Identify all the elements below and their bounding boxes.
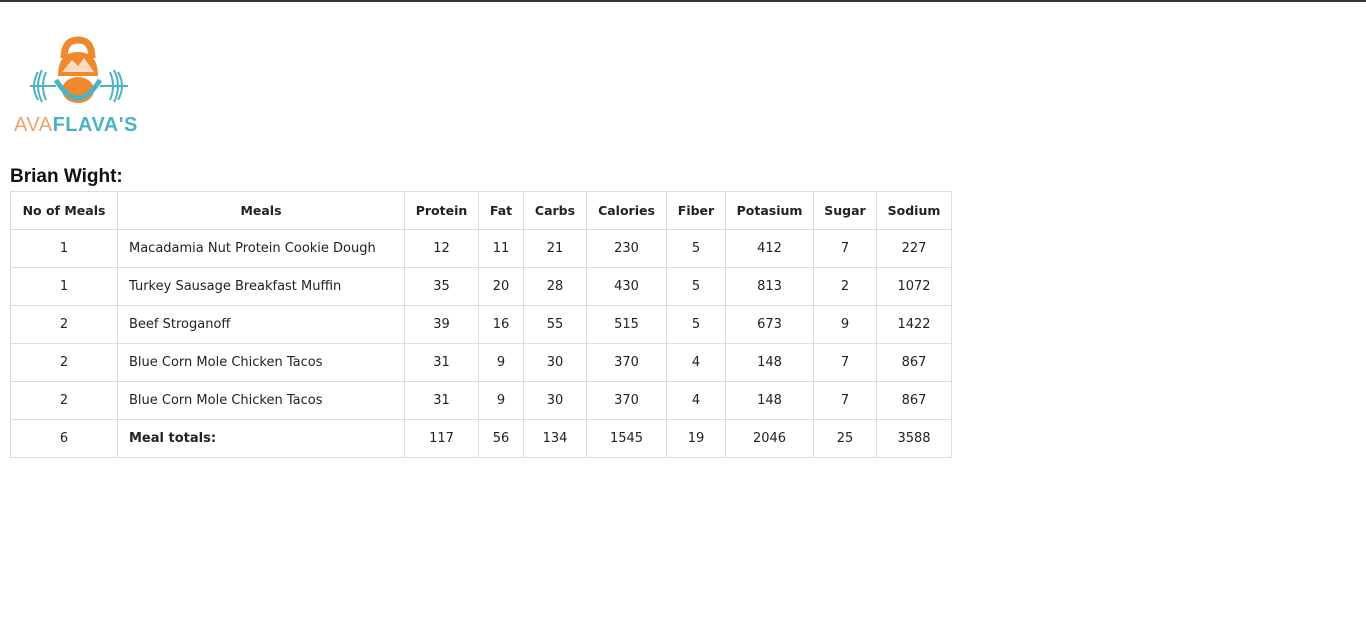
logo-wordmark: AVAFLAVA'S <box>14 114 138 137</box>
cell-fiber: 5 <box>666 229 726 268</box>
cell-fiber: 4 <box>666 381 726 420</box>
header-protein: Protein <box>404 191 479 230</box>
header-no-of-meals: No of Meals <box>10 191 118 230</box>
table-header-row: No of Meals Meals Protein Fat Carbs Calo… <box>10 191 952 230</box>
header-carbs: Carbs <box>523 191 587 230</box>
header-fat: Fat <box>478 191 524 230</box>
header-calories: Calories <box>586 191 667 230</box>
cell-protein: 35 <box>404 267 479 306</box>
cell-sugar: 9 <box>813 305 877 344</box>
logo-text-flavas: FLAVA'S <box>52 114 138 136</box>
cell-fat: 9 <box>478 343 524 382</box>
cell-carbs: 28 <box>523 267 587 306</box>
cell-protein: 39 <box>404 305 479 344</box>
cell-protein: 31 <box>404 381 479 420</box>
cell-calories: 370 <box>586 343 667 382</box>
cell-sodium: 867 <box>876 381 952 420</box>
table-row: 1 Macadamia Nut Protein Cookie Dough 12 11 2… <box>10 229 952 268</box>
top-border <box>0 0 1366 2</box>
cell-sugar: 25 <box>813 419 877 458</box>
table-row: 2 Beef Stroganoff 39 16 55 515 5 673 9 1422 <box>10 305 952 344</box>
header-meals: Meals <box>117 191 405 230</box>
cell-calories: 1545 <box>586 419 667 458</box>
cell-carbs: 30 <box>523 343 587 382</box>
cell-sugar: 2 <box>813 267 877 306</box>
cell-potasium: 412 <box>725 229 814 268</box>
cell-protein: 117 <box>404 419 479 458</box>
cell-calories: 230 <box>586 229 667 268</box>
table-row: 2 Blue Corn Mole Chicken Tacos 31 9 30 370 4 14… <box>10 381 952 420</box>
cell-potasium: 673 <box>725 305 814 344</box>
cell-fat: 16 <box>478 305 524 344</box>
cell-carbs: 21 <box>523 229 587 268</box>
table-row: 2 Blue Corn Mole Chicken Tacos 31 9 30 370 4 14… <box>10 343 952 382</box>
logo-text-ava: AVA <box>14 114 53 136</box>
cell-sugar: 7 <box>813 381 877 420</box>
cell-fat: 20 <box>478 267 524 306</box>
cell-carbs: 30 <box>523 381 587 420</box>
cell-fat: 11 <box>478 229 524 268</box>
cell-protein: 12 <box>404 229 479 268</box>
cell-fat: 56 <box>478 419 524 458</box>
cell-no-of-meals: 1 <box>10 267 118 306</box>
cell-carbs: 134 <box>523 419 587 458</box>
cell-potasium: 148 <box>725 381 814 420</box>
cell-fiber: 5 <box>666 267 726 306</box>
table-row: 1 Turkey Sausage Breakfast Muffin 35 20 28 43… <box>10 267 952 306</box>
cell-sugar: 7 <box>813 229 877 268</box>
cell-sodium: 1072 <box>876 267 952 306</box>
cell-no-of-meals: 6 <box>10 419 118 458</box>
header-potasium: Potasium <box>725 191 814 230</box>
cell-fiber: 19 <box>666 419 726 458</box>
kettlebell-logo-icon <box>30 36 128 103</box>
cell-potasium: 813 <box>725 267 814 306</box>
cell-no-of-meals: 1 <box>10 229 118 268</box>
header-fiber: Fiber <box>666 191 726 230</box>
cell-meal-name: Blue Corn Mole Chicken Tacos <box>117 343 405 382</box>
cell-potasium: 2046 <box>725 419 814 458</box>
meals-table: No of Meals Meals Protein Fat Carbs Calo… <box>10 191 952 458</box>
cell-calories: 515 <box>586 305 667 344</box>
header-sugar: Sugar <box>813 191 877 230</box>
cell-calories: 430 <box>586 267 667 306</box>
cell-potasium: 148 <box>725 343 814 382</box>
header-sodium: Sodium <box>876 191 952 230</box>
cell-meal-name: Beef Stroganoff <box>117 305 405 344</box>
cell-fiber: 5 <box>666 305 726 344</box>
cell-no-of-meals: 2 <box>10 381 118 420</box>
cell-fiber: 4 <box>666 343 726 382</box>
cell-sodium: 3588 <box>876 419 952 458</box>
cell-fat: 9 <box>478 381 524 420</box>
cell-calories: 370 <box>586 381 667 420</box>
cell-sodium: 227 <box>876 229 952 268</box>
cell-meal-name: Macadamia Nut Protein Cookie Dough <box>117 229 405 268</box>
cell-protein: 31 <box>404 343 479 382</box>
customer-heading: Brian Wight: <box>10 166 123 187</box>
cell-meal-name: Meal totals: <box>117 419 405 458</box>
ava-flavas-logo: AVAFLAVA'S <box>12 36 162 140</box>
cell-sodium: 867 <box>876 343 952 382</box>
cell-meal-name: Turkey Sausage Breakfast Muffin <box>117 267 405 306</box>
cell-carbs: 55 <box>523 305 587 344</box>
cell-sodium: 1422 <box>876 305 952 344</box>
cell-meal-name: Blue Corn Mole Chicken Tacos <box>117 381 405 420</box>
cell-no-of-meals: 2 <box>10 343 118 382</box>
cell-sugar: 7 <box>813 343 877 382</box>
cell-no-of-meals: 2 <box>10 305 118 344</box>
totals-row: 6 Meal totals: 117 56 134 1545 19 2046 25 3588 <box>10 419 952 458</box>
